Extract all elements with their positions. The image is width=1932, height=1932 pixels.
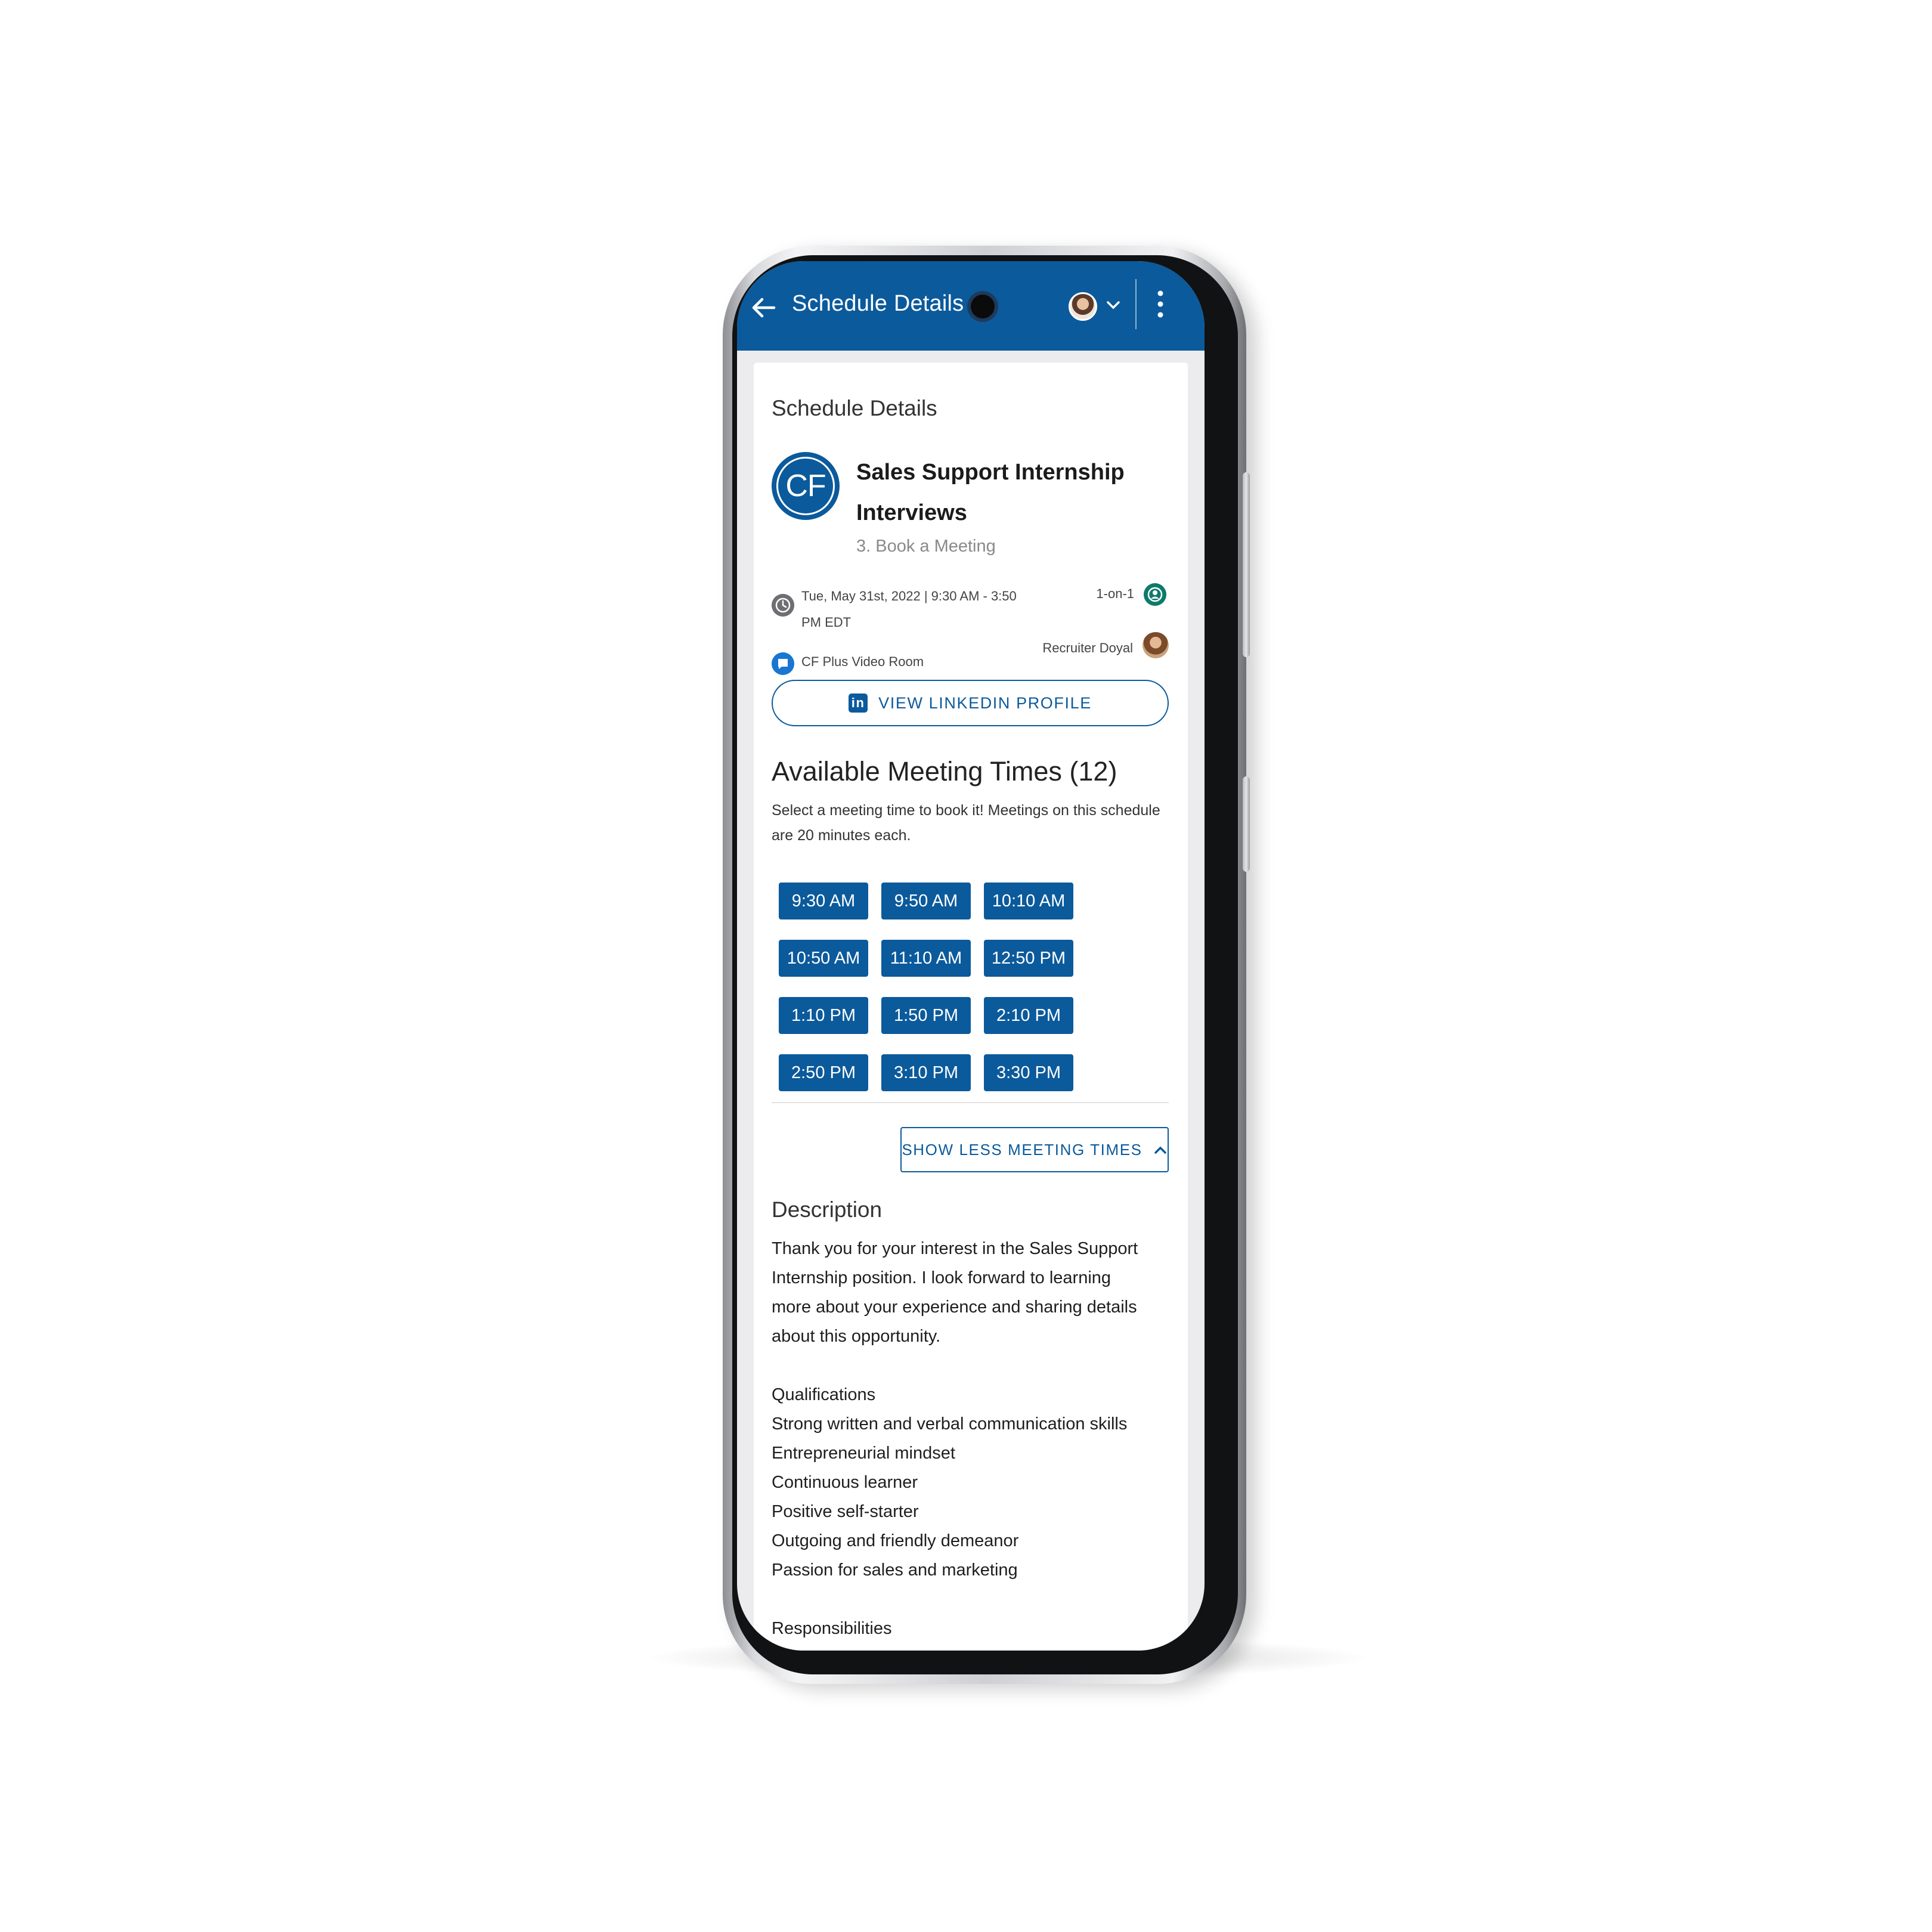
available-times-title: Available Meeting Times (12) [772, 756, 1117, 787]
description-intro: Thank you for your interest in the Sales… [772, 1239, 1138, 1346]
qualification-item: Continuous learner [772, 1473, 918, 1492]
time-slot-button[interactable]: 3:10 PM [881, 1054, 971, 1091]
time-slot-button[interactable]: 3:30 PM [984, 1054, 1073, 1091]
time-slot-button[interactable]: 2:10 PM [984, 997, 1073, 1034]
description-body: Thank you for your interest in the Sales… [772, 1234, 1153, 1643]
app-bar-divider [1135, 279, 1137, 329]
recruiter-name: Recruiter Doyal [1042, 640, 1133, 655]
power-button [1243, 776, 1250, 872]
phone-screen: Schedule Details Schedule Details CF Sal… [737, 261, 1205, 1651]
app-bar-title: Schedule Details [792, 291, 964, 316]
logo-text: CF [785, 469, 826, 503]
qualification-item: Entrepreneurial mindset [772, 1444, 955, 1463]
time-slot-button[interactable]: 10:10 AM [984, 883, 1073, 919]
clock-icon [772, 594, 794, 617]
responsibilities-heading: Responsibilities [772, 1619, 892, 1638]
time-slot-button[interactable]: 1:50 PM [881, 997, 971, 1034]
time-slot-button[interactable]: 9:30 AM [779, 883, 868, 919]
time-slot-grid: 9:30 AM 9:50 AM 10:10 AM 10:50 AM 11:10 … [779, 883, 1101, 1091]
chevron-down-icon[interactable] [1106, 298, 1121, 311]
chevron-up-icon [1154, 1146, 1166, 1154]
person-icon [1144, 583, 1166, 606]
more-vert-icon[interactable] [1154, 287, 1166, 321]
phone-frame: Schedule Details Schedule Details CF Sal… [723, 246, 1250, 1684]
time-slot-button[interactable]: 10:50 AM [779, 940, 868, 977]
event-title: Sales Support Internship Interviews [856, 460, 1125, 525]
time-slot-button[interactable]: 11:10 AM [881, 940, 971, 977]
qualifications-heading: Qualifications [772, 1385, 876, 1404]
room-name: CF Plus Video Room [801, 654, 924, 669]
date-time: Tue, May 31st, 2022 | 9:30 AM - 3:50 PM … [801, 589, 1017, 630]
schedule-card: Schedule Details CF Sales Support Intern… [754, 363, 1188, 1651]
chat-icon [772, 652, 794, 675]
linkedin-button-label: VIEW LINKEDIN PROFILE [878, 693, 1092, 712]
description-title: Description [772, 1197, 883, 1222]
front-camera [971, 295, 995, 318]
arrow-left-icon[interactable] [750, 296, 776, 320]
show-less-label: SHOW LESS MEETING TIMES [902, 1140, 1143, 1159]
qualification-item: Outgoing and friendly demeanor [772, 1531, 1019, 1550]
available-times-description: Select a meeting time to book it! Meetin… [772, 802, 1160, 844]
time-slot-button[interactable]: 9:50 AM [881, 883, 971, 919]
time-slot-button[interactable]: 2:50 PM [779, 1054, 868, 1091]
meeting-type: 1-on-1 [1096, 586, 1134, 601]
time-slot-button[interactable]: 1:10 PM [779, 997, 868, 1034]
qualification-item: Strong written and verbal communication … [772, 1414, 1128, 1433]
event-subtitle: 3. Book a Meeting [856, 537, 996, 556]
company-logo: CF [772, 452, 840, 520]
qualification-item: Passion for sales and marketing [772, 1561, 1018, 1580]
show-less-times-button[interactable]: SHOW LESS MEETING TIMES [900, 1127, 1169, 1172]
section-title: Schedule Details [772, 396, 937, 420]
view-linkedin-button[interactable]: in VIEW LINKEDIN PROFILE [772, 680, 1169, 726]
qualification-item: Positive self-starter [772, 1502, 919, 1521]
time-slot-button[interactable]: 12:50 PM [984, 940, 1073, 977]
volume-button [1243, 472, 1250, 657]
user-avatar[interactable] [1069, 292, 1097, 321]
section-divider [772, 1102, 1169, 1103]
recruiter-avatar [1143, 632, 1169, 658]
linkedin-icon: in [849, 693, 868, 713]
